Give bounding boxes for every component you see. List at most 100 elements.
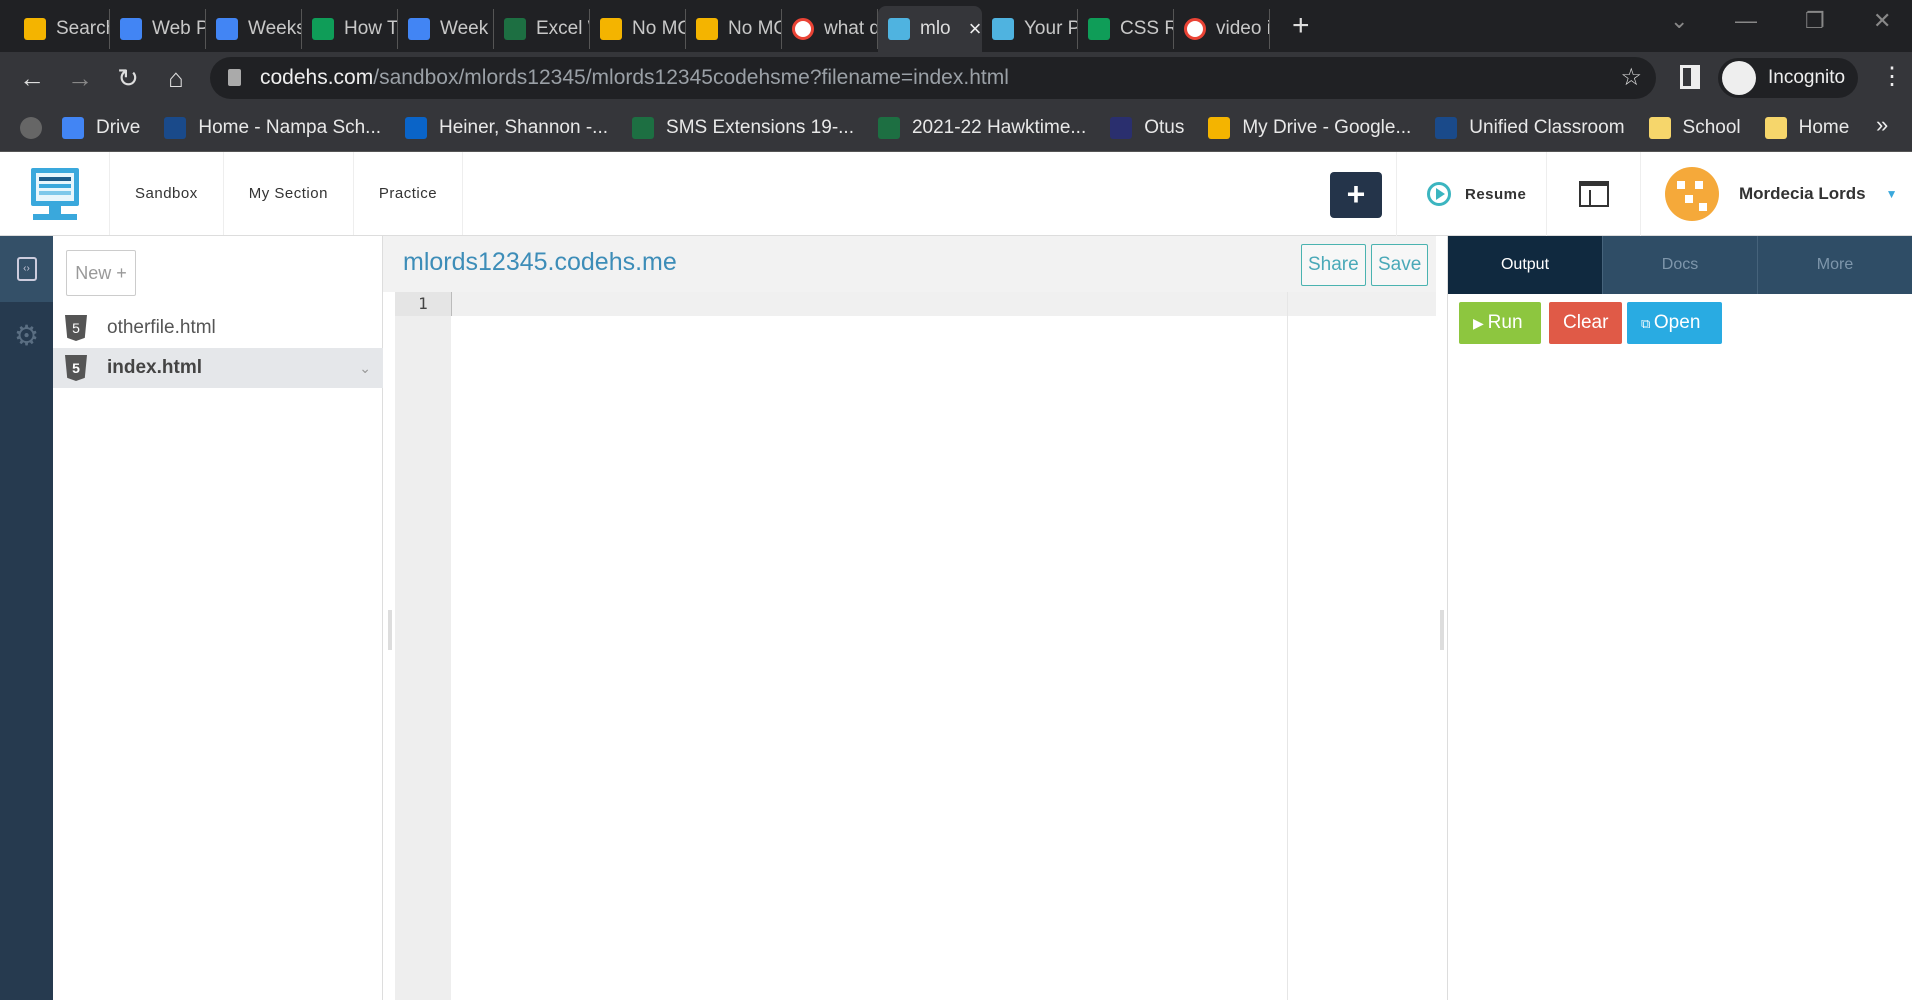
code-editor: mlords12345.codehs.me Share Save 1 [383, 236, 1436, 1000]
new-file-button[interactable]: New + [66, 250, 136, 296]
bookmark-icon [1764, 116, 1787, 139]
file-panel: New + 5 otherfile.html 5 index.html ⌄ [53, 236, 383, 1000]
settings-gear-icon[interactable]: ⚙ [0, 302, 53, 368]
bookmark[interactable]: Home - Nampa Sch... [164, 116, 382, 139]
bookmark-label: Drive [96, 116, 141, 138]
bookmark-label: Home - Nampa Sch... [198, 116, 382, 138]
drive-icon [696, 18, 718, 40]
browser-tab[interactable]: Your Pa [982, 9, 1078, 49]
play-icon: ▶ [1473, 315, 1488, 331]
close-tab-icon[interactable]: × [969, 16, 982, 42]
output-panel: Output Docs More ▶ Run Clear ⧉ Open [1447, 236, 1912, 1000]
code-file-icon: ‹› [16, 257, 37, 281]
bookmark[interactable]: SMS Extensions 19-... [632, 116, 854, 139]
nav-sandbox[interactable]: Sandbox [110, 152, 224, 235]
browser-tab[interactable]: mlo × [878, 6, 982, 52]
browser-tab[interactable]: Search [14, 9, 110, 49]
tab-more[interactable]: More [1757, 236, 1912, 294]
close-window-button[interactable]: ✕ [1873, 8, 1891, 34]
bookmark-icon [62, 116, 84, 139]
bookmark[interactable]: Heiner, Shannon -... [405, 116, 608, 139]
file-item-otherfile[interactable]: 5 otherfile.html [53, 308, 383, 348]
resize-handle-right[interactable] [1440, 610, 1444, 650]
file-item-index[interactable]: 5 index.html ⌄ [53, 348, 383, 388]
browser-tab[interactable]: Excel W [494, 9, 590, 49]
lock-icon [228, 69, 241, 86]
bookmark[interactable]: School [1648, 116, 1741, 139]
tab-search-icon[interactable]: ⌄ [1670, 8, 1688, 34]
tab-label: Your Pa [1024, 18, 1077, 39]
tab-label: Web Pa [152, 18, 205, 39]
browser-tab[interactable]: No MC [590, 9, 686, 49]
star-icon[interactable]: ☆ [1620, 63, 1642, 92]
reading-list-icon[interactable] [1680, 65, 1700, 89]
back-icon[interactable]: ← [8, 63, 56, 94]
layout-button[interactable] [1546, 152, 1640, 236]
line-number: 1 [395, 292, 451, 316]
resume-button[interactable]: Resume [1396, 152, 1546, 236]
bookmark[interactable]: 2021-22 Hawktime... [877, 116, 1086, 139]
file-name: otherfile.html [107, 317, 216, 338]
chevron-down-icon[interactable]: ⌄ [359, 360, 371, 377]
bookmark[interactable]: Home [1764, 116, 1849, 139]
bookmark-icon [877, 116, 900, 139]
bookmark-icon [1208, 116, 1231, 139]
app-header: Sandbox My Section Practice + Resume Mor… [0, 152, 1912, 236]
nav-practice[interactable]: Practice [354, 152, 464, 235]
browser-tab[interactable]: Weeks [206, 9, 302, 49]
browser-tab[interactable]: No MC [686, 9, 782, 49]
tab-label: How To [344, 18, 397, 39]
bookmark-icon [632, 116, 655, 139]
code-input[interactable] [451, 292, 1436, 316]
browser-tab[interactable]: How To [302, 9, 398, 49]
maximize-button[interactable]: ❐ [1805, 8, 1825, 34]
save-button[interactable]: Save [1371, 244, 1429, 286]
reload-icon[interactable]: ↻ [104, 63, 152, 94]
new-tab-button[interactable]: + [1292, 9, 1310, 43]
resize-handle-left[interactable] [388, 610, 392, 650]
bookmark[interactable]: Drive [62, 116, 141, 139]
share-button[interactable]: Share [1301, 244, 1366, 286]
w-icon [312, 18, 334, 40]
tab-docs[interactable]: Docs [1602, 236, 1757, 294]
incognito-profile[interactable]: Incognito [1718, 58, 1858, 98]
line-gutter: 1 [395, 292, 451, 1000]
url-domain: codehs.com [260, 66, 374, 89]
tab-label: Excel W [536, 18, 589, 39]
minimize-button[interactable]: — [1735, 8, 1757, 34]
codehs-icon [992, 18, 1014, 40]
bookmark-icon [405, 116, 428, 139]
menu-icon[interactable]: ⋮ [1880, 62, 1904, 91]
docs-icon [216, 18, 238, 40]
bookmarks-bar: Drive Home - Nampa Sch... Heiner, Shannon … [0, 104, 1912, 152]
browser-tab[interactable]: video i [1174, 9, 1270, 49]
browser-tab[interactable]: Web Pa [110, 9, 206, 49]
browser-tab[interactable]: Week 1 [398, 9, 494, 49]
bookmark[interactable]: My Drive - Google... [1208, 116, 1411, 139]
bookmarks-overflow[interactable]: » [1876, 112, 1888, 138]
w-icon [1088, 18, 1110, 40]
docs-icon [408, 18, 430, 40]
profile-label: Incognito [1768, 67, 1846, 88]
caret-down-icon: ▼ [1885, 187, 1898, 201]
browser-tab[interactable]: what d [782, 9, 878, 49]
url-input[interactable]: codehs.com/sandbox/mlords12345/mlords123… [210, 57, 1656, 99]
clear-button[interactable]: Clear [1549, 302, 1623, 344]
bookmark[interactable]: Unified Classroom [1435, 116, 1625, 139]
nav-my-section[interactable]: My Section [224, 152, 354, 235]
tab-label: No MC [728, 18, 782, 39]
open-button[interactable]: ⧉ Open [1627, 302, 1722, 344]
codehs-logo[interactable] [0, 152, 110, 235]
globe-icon[interactable] [20, 116, 42, 139]
home-icon[interactable]: ⌂ [152, 63, 200, 94]
browser-tab-bar: Search Web Pa Weeks How To Week 1 Excel W No M… [0, 0, 1912, 52]
bookmark[interactable]: Otus [1110, 116, 1184, 139]
forward-icon[interactable]: → [56, 63, 104, 94]
files-toggle[interactable]: ‹› [0, 236, 53, 302]
browser-tab[interactable]: CSS Ro [1078, 9, 1174, 49]
tab-output[interactable]: Output [1448, 236, 1602, 294]
run-button[interactable]: ▶ Run [1459, 302, 1541, 344]
create-button[interactable]: + [1330, 172, 1382, 218]
user-menu[interactable]: Mordecia Lords ▼ [1640, 152, 1912, 236]
tab-label: Search [56, 18, 109, 39]
